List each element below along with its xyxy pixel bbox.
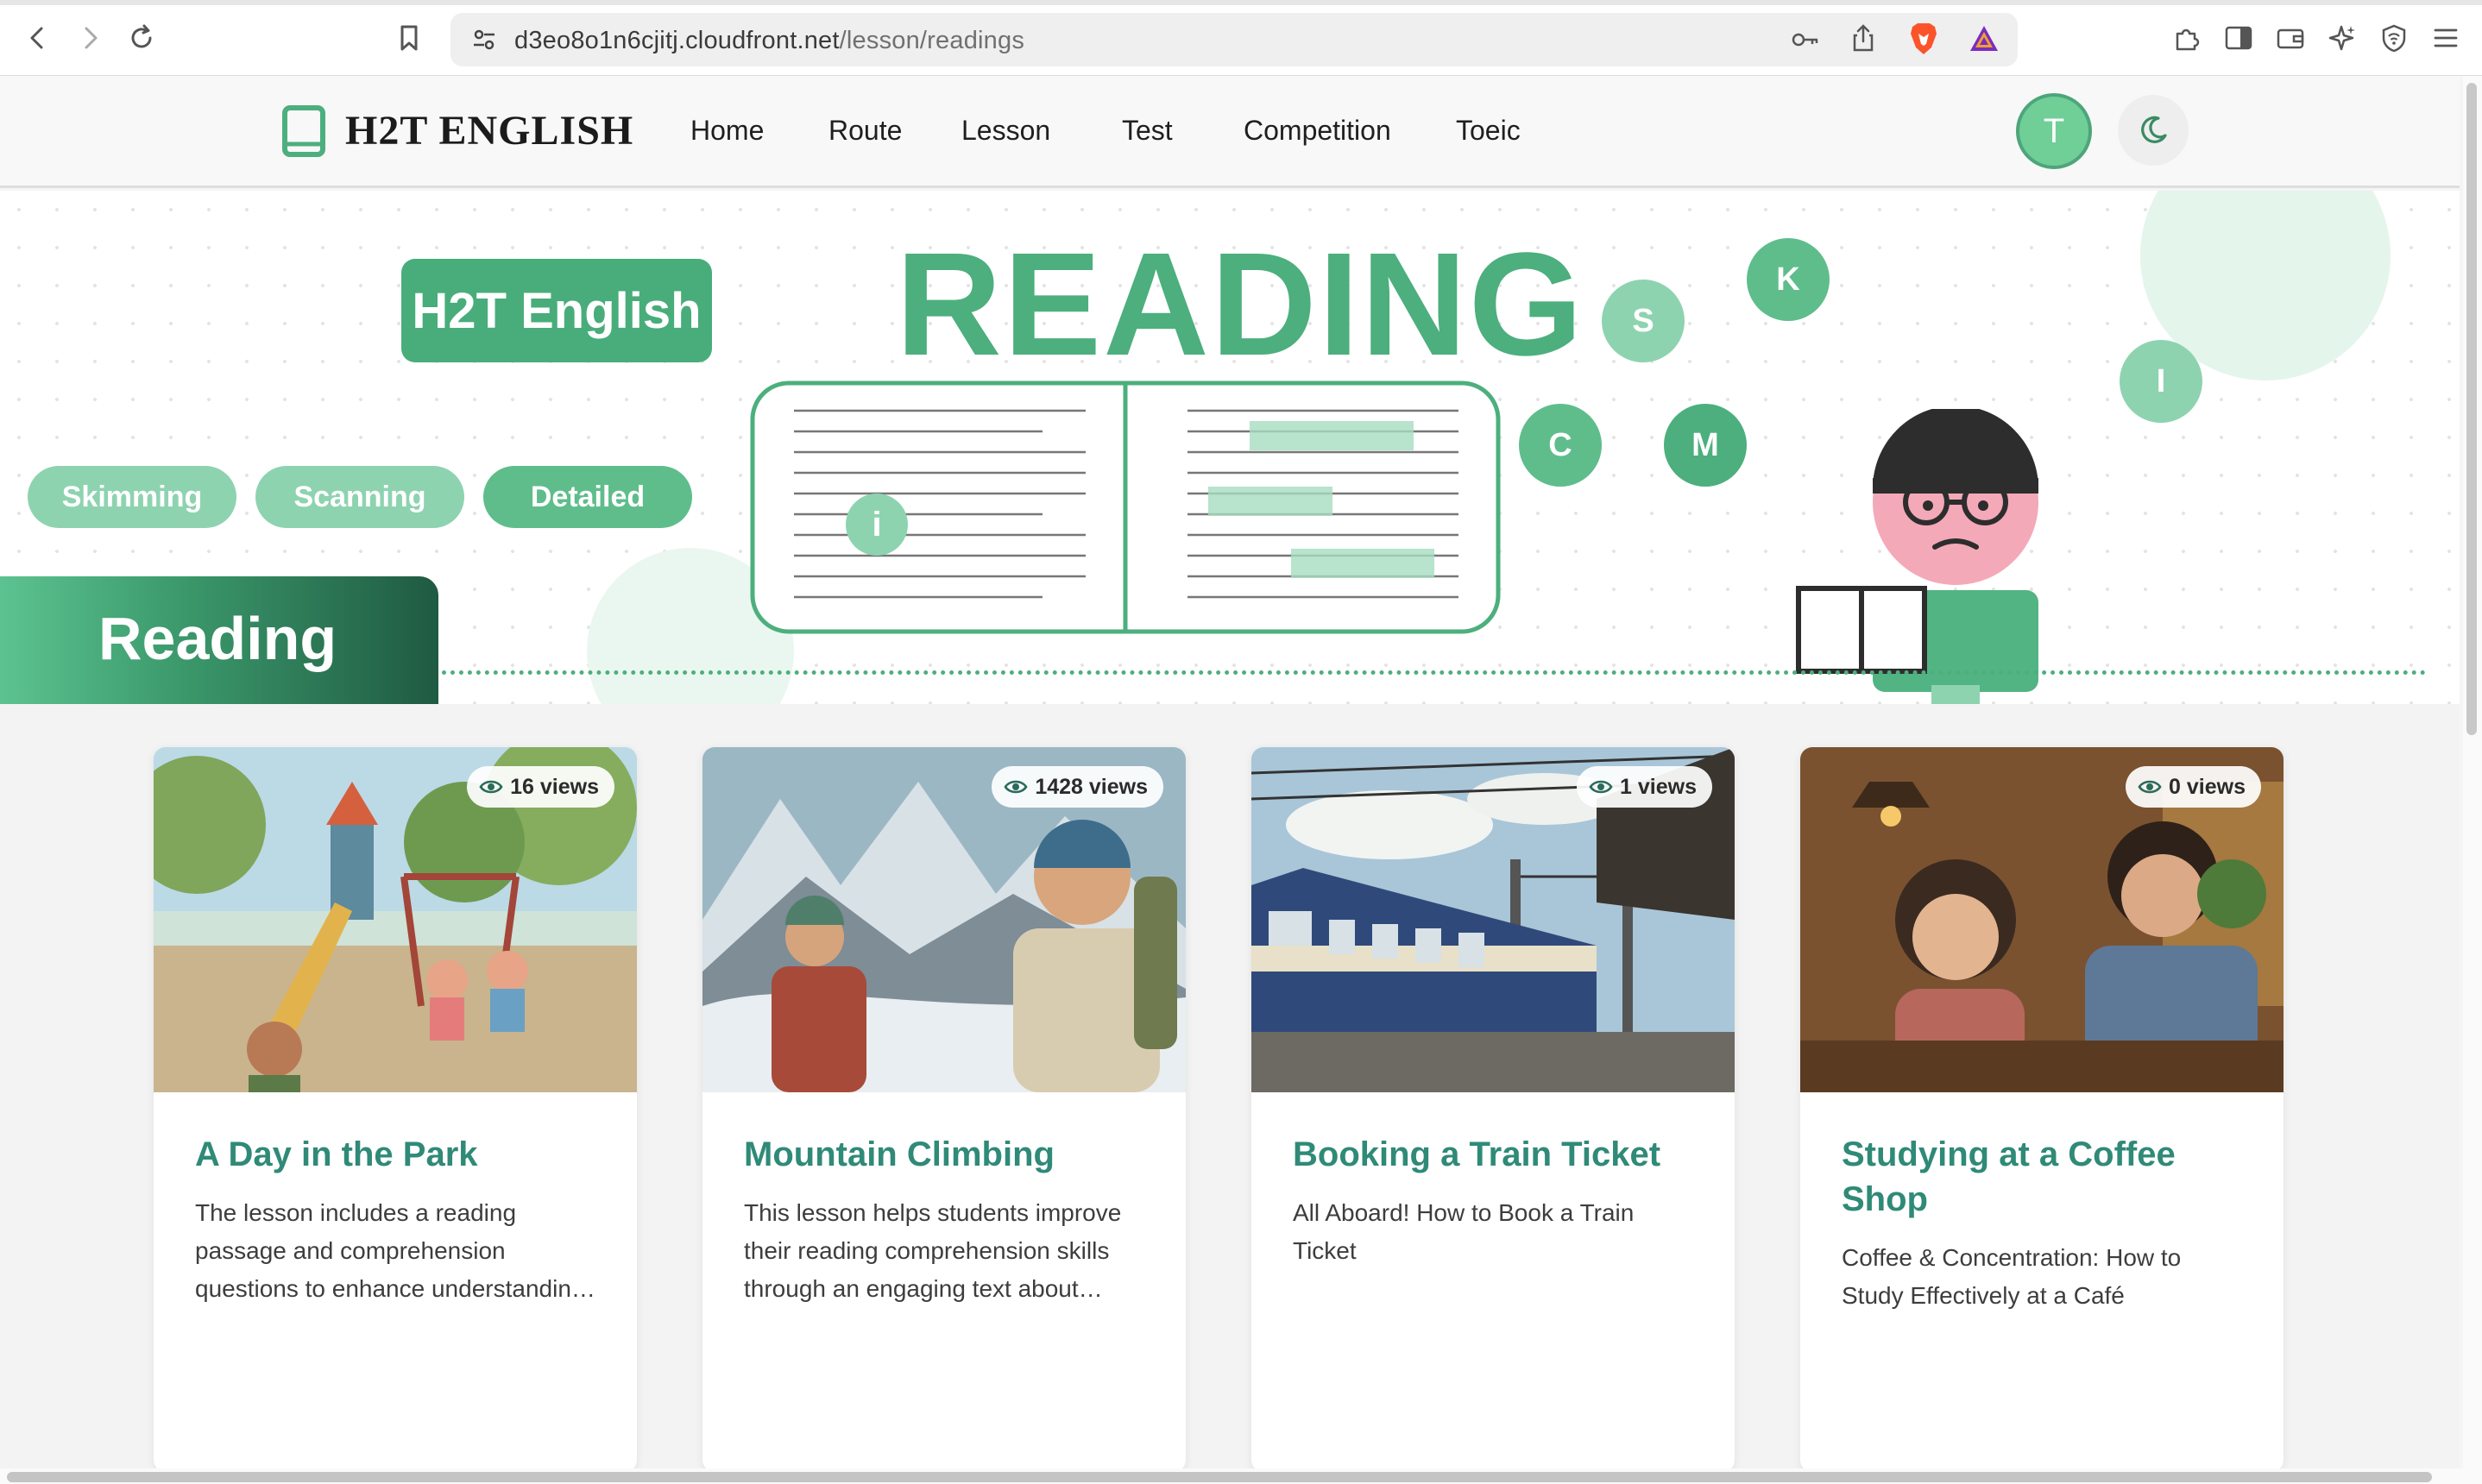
nav-home[interactable]: Home: [690, 115, 764, 147]
floating-letter-i: I: [2120, 340, 2202, 423]
share-icon[interactable]: [1850, 23, 1876, 57]
lesson-card[interactable]: 1428 views Mountain Climbing This lesson…: [702, 747, 1186, 1472]
vertical-scrollbar[interactable]: [2466, 83, 2477, 735]
lesson-title[interactable]: Studying at a Coffee Shop: [1842, 1132, 2256, 1222]
key-icon[interactable]: [1790, 27, 1821, 57]
hero-title: READING: [896, 223, 1584, 387]
forward-icon[interactable]: [71, 19, 109, 57]
views-badge: 16 views: [467, 766, 614, 808]
nav-toeic[interactable]: Toeic: [1456, 115, 1521, 147]
menu-icon[interactable]: [2427, 19, 2465, 57]
brand-badge: H2T English: [401, 259, 712, 362]
pill-detailed[interactable]: Detailed: [483, 466, 692, 528]
wallet-icon[interactable]: [2271, 19, 2309, 57]
floating-letter-c: C: [1519, 404, 1602, 487]
pill-scanning[interactable]: Scanning: [255, 466, 464, 528]
floating-letter-m: M: [1664, 404, 1747, 487]
moon-icon: [2141, 116, 2167, 143]
eye-icon: [479, 780, 503, 794]
floating-letter-i: i: [846, 494, 908, 556]
brave-rewards-icon[interactable]: [1968, 23, 2000, 59]
section-divider: [442, 670, 2427, 675]
floating-letter-k: K: [1747, 238, 1830, 321]
site-settings-icon[interactable]: [471, 27, 497, 57]
lesson-description: Coffee & Concentration: How to Study Eff…: [1842, 1244, 2182, 1309]
views-count: 0 views: [2169, 774, 2246, 799]
url-text: d3eo8o1n6cjitj.cloudfront.net/lesson/rea…: [514, 27, 1025, 54]
floating-letter-s: S: [1602, 280, 1685, 362]
brave-shield-icon[interactable]: [1907, 22, 1940, 60]
eye-icon: [1589, 780, 1613, 794]
views-badge: 0 views: [2126, 766, 2261, 808]
reload-icon[interactable]: [123, 19, 161, 57]
lesson-description: All Aboard! How to Book a Train Ticket: [1293, 1199, 1635, 1264]
lesson-card[interactable]: 0 views Studying at a Coffee Shop Coffee…: [1800, 747, 2284, 1472]
address-bar[interactable]: d3eo8o1n6cjitj.cloudfront.net/lesson/rea…: [450, 13, 2018, 66]
nav-test[interactable]: Test: [1122, 115, 1173, 147]
eye-icon: [2138, 780, 2162, 794]
dark-mode-toggle[interactable]: [2118, 95, 2189, 166]
section-tab-label: Reading: [98, 605, 337, 672]
views-count: 1 views: [1620, 774, 1697, 799]
back-icon[interactable]: [19, 19, 57, 57]
nav-lesson[interactable]: Lesson: [961, 115, 1050, 147]
user-avatar[interactable]: T: [2016, 93, 2092, 169]
vpn-icon[interactable]: [2375, 19, 2413, 57]
extensions-icon[interactable]: [2168, 19, 2206, 57]
lesson-card[interactable]: 16 views A Day in the Park The lesson in…: [154, 747, 637, 1472]
views-badge: 1 views: [1577, 766, 1712, 808]
nav-route[interactable]: Route: [828, 115, 902, 147]
lesson-title[interactable]: Mountain Climbing: [744, 1132, 1158, 1177]
sidebar-icon[interactable]: [2220, 19, 2258, 57]
lesson-description: This lesson helps students improve their…: [744, 1199, 1122, 1302]
book-logo-icon[interactable]: [281, 105, 328, 163]
reader-character-illustration: [1796, 409, 2038, 704]
site-logo-text[interactable]: H2T ENGLISH: [345, 107, 633, 154]
eye-icon: [1004, 780, 1028, 794]
lesson-description: The lesson includes a reading passage an…: [195, 1199, 585, 1302]
tab-strip-edge: [0, 0, 2482, 5]
lesson-title[interactable]: A Day in the Park: [195, 1132, 609, 1177]
leo-ai-icon[interactable]: [2323, 19, 2361, 57]
views-count: 16 views: [510, 774, 599, 799]
views-badge: 1428 views: [992, 766, 1163, 808]
pill-skimming[interactable]: Skimming: [28, 466, 236, 528]
bookmark-icon[interactable]: [390, 19, 428, 57]
views-count: 1428 views: [1035, 774, 1148, 799]
lesson-card[interactable]: 1 views Booking a Train Ticket All Aboar…: [1251, 747, 1735, 1472]
lesson-title[interactable]: Booking a Train Ticket: [1293, 1132, 1707, 1177]
horizontal-scrollbar[interactable]: [7, 1472, 2432, 1482]
nav-competition[interactable]: Competition: [1244, 115, 1391, 147]
